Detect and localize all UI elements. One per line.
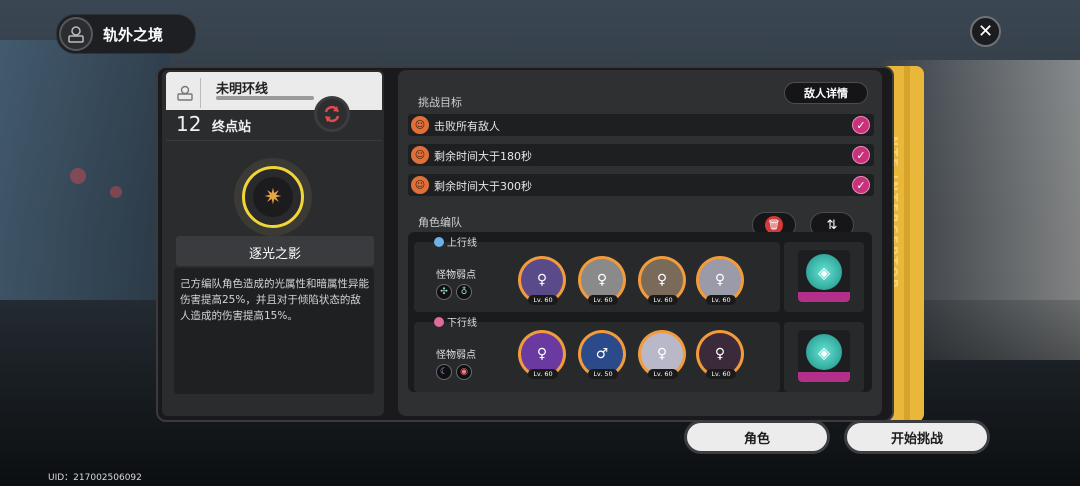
character-slot[interactable]: ♀ Lv. 60 [696,330,744,379]
character-level: Lv. 60 [706,369,736,379]
character-level: Lv. 60 [648,295,678,305]
refresh-stage-button[interactable] [314,96,350,132]
user-id: UID：217002506092 [48,473,142,483]
close-icon: ✕ [977,21,994,42]
floor-name: 终点站 [212,120,252,135]
weakness-icons: ✣ ♁ [436,284,472,300]
support-slot[interactable]: ◈ [784,242,864,312]
buff-medal: ✷ [234,158,312,236]
objective-text: 剩余时间大于180秒 [434,150,532,163]
objective-row: ☺ 击败所有敌人 ✓ [408,114,874,136]
close-button[interactable]: ✕ [970,16,1001,47]
character-slot[interactable]: ♀ Lv. 60 [518,330,566,379]
spine-stripe [904,66,910,422]
objective-row: ☺ 剩余时间大于180秒 ✓ [408,144,874,166]
check-icon: ✓ [852,176,870,194]
support-card: ◈ [798,250,850,302]
background-light [70,168,86,184]
character-level: Lv. 60 [648,369,678,379]
support-card-stripe [798,292,850,302]
objective-medal-icon: ☺ [411,146,429,164]
character-level: Lv. 50 [588,369,618,379]
background-light [110,186,122,198]
character-button[interactable]: 角色 [684,420,830,454]
stage-subtitle-bar [216,96,314,100]
buff-description: 己方编队角色造成的光属性和暗属性异能伤害提高25%，并且对于倾陷状态的敌人造成的… [180,278,369,322]
objectives-label: 挑战目标 [418,96,462,109]
mode-title-pill: 轨外之境 [56,14,196,54]
page-title: 轨外之境 [103,26,164,44]
support-slot[interactable]: ◈ [784,322,864,392]
stage-name: 未明环线 [216,82,269,97]
lane-tag: 上行线 [434,234,477,249]
buff-title: 逐光之影 [248,247,301,262]
divider [166,140,382,141]
enemy-details-button[interactable]: 敌人详情 [784,82,868,104]
stage-emblem-icon [170,78,201,108]
character-level: Lv. 60 [588,295,618,305]
stage-card: 未明环线 [166,72,382,110]
support-card: ◈ [798,330,850,382]
character-slot[interactable]: ♀ Lv. 60 [638,330,686,379]
weakness-element-icon: ◉ [456,364,472,380]
objective-text: 击败所有敌人 [434,120,500,133]
support-card-stripe [798,372,850,382]
check-icon: ✓ [852,116,870,134]
lane-dot-icon [434,236,444,247]
lane-name: 上行线 [447,238,477,249]
lane-tag: 下行线 [434,314,477,329]
objective-text: 剩余时间大于300秒 [434,180,532,193]
buff-medal-ring: ✷ [242,166,304,228]
weakness-element-icon: ✣ [436,284,452,300]
objective-medal-icon: ☺ [411,116,429,134]
start-challenge-button[interactable]: 开始挑战 [844,420,990,454]
mode-logo-icon [59,17,93,51]
floor-number: 12 [176,112,202,136]
weakness-element-icon: ♁ [456,284,472,300]
character-level: Lv. 60 [528,369,558,379]
objective-medal-icon: ☺ [411,176,429,194]
team-label: 角色编队 [418,216,462,229]
lane-name: 下行线 [447,318,477,329]
lane-dot-icon [434,316,444,327]
character-slot[interactable]: ♀ Lv. 60 [578,256,626,305]
weakness-label: 怪物弱点 [436,270,476,281]
character-slot[interactable]: ♀ Lv. 60 [638,256,686,305]
objective-row: ☺ 剩余时间大于300秒 ✓ [408,174,874,196]
character-level: Lv. 60 [528,295,558,305]
character-slot[interactable]: ♀ Lv. 60 [518,256,566,305]
compass-star-icon: ✷ [253,177,293,217]
check-icon: ✓ [852,146,870,164]
character-level: Lv. 60 [706,295,736,305]
support-gem-icon: ◈ [806,254,842,290]
character-slot[interactable]: ♂ Lv. 50 [578,330,626,379]
character-slot[interactable]: ♀ Lv. 60 [696,256,744,305]
background-left [0,40,170,300]
weakness-element-icon: ☾ [436,364,452,380]
weakness-label: 怪物弱点 [436,350,476,361]
refresh-icon [324,105,340,123]
support-gem-icon: ◈ [806,334,842,370]
swap-arrows-icon: ⇅ [826,217,838,233]
weakness-icons: ☾ ◉ [436,364,472,380]
